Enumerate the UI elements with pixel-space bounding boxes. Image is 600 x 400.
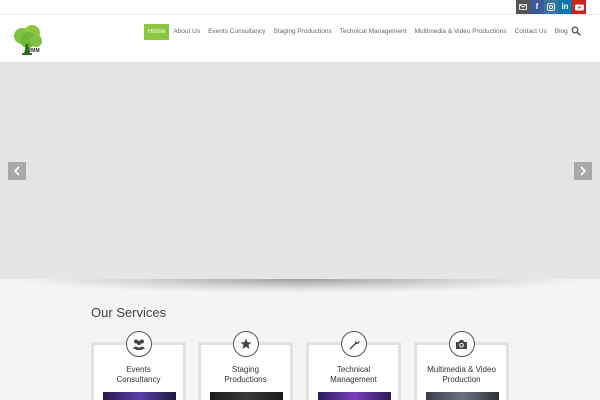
top-bar: f in: [0, 0, 600, 14]
card-title-line1: Technical: [336, 365, 371, 374]
chevron-left-icon: [13, 166, 20, 176]
card-title-line1: Staging: [231, 365, 260, 374]
card-title: Technical Management: [309, 365, 398, 385]
search-icon[interactable]: [571, 26, 581, 36]
linkedin-icon[interactable]: in: [558, 0, 572, 14]
services-heading: Our Services: [91, 305, 167, 320]
card-title-line1: Multimedia & Video: [427, 365, 496, 374]
chevron-right-icon: [580, 166, 587, 176]
service-card-staging-productions[interactable]: Staging Productions: [198, 331, 293, 400]
nav-multimedia-video[interactable]: Multimedia & Video Productions: [411, 24, 511, 40]
card-title-line2: Production: [442, 375, 481, 384]
group-icon: [125, 331, 152, 357]
card-thumbnail: [318, 392, 391, 400]
card-title-line2: Productions: [224, 375, 267, 384]
card-title: Events Consultancy: [94, 365, 183, 385]
instagram-icon[interactable]: [544, 0, 558, 14]
card-title: Staging Productions: [201, 365, 290, 385]
service-card-multimedia-video[interactable]: Multimedia & Video Production: [414, 331, 509, 400]
main-nav: Home About Us Events Consultancy Staging…: [144, 24, 572, 40]
social-links: f in: [516, 0, 586, 14]
nav-home[interactable]: Home: [144, 24, 170, 40]
hero-slider: [0, 63, 600, 279]
card-title-line2: Management: [330, 375, 377, 384]
wrench-icon: [340, 331, 367, 357]
facebook-icon[interactable]: f: [530, 0, 544, 14]
camera-icon: [448, 331, 475, 357]
slider-prev-button[interactable]: [8, 162, 26, 180]
card-title-line2: Consultancy: [116, 375, 161, 384]
mail-icon[interactable]: [516, 0, 530, 14]
card-title: Multimedia & Video Production: [417, 365, 506, 385]
service-card-events-consultancy[interactable]: Events Consultancy: [91, 331, 186, 400]
nav-staging-productions[interactable]: Staging Productions: [270, 24, 336, 40]
card-title-line1: Events: [126, 365, 151, 374]
card-thumbnail: [426, 392, 499, 400]
service-card-technical-management[interactable]: Technical Management: [306, 331, 401, 400]
star-icon: [232, 331, 259, 357]
nav-about-us[interactable]: About Us: [169, 24, 204, 40]
slider-next-button[interactable]: [574, 162, 592, 180]
nav-technical-management[interactable]: Technical Management: [336, 24, 411, 40]
site-header: JMM Home About Us Events Consultancy Sta…: [0, 14, 600, 63]
card-thumbnail: [103, 392, 176, 400]
logo-text: JMM: [28, 48, 41, 54]
nav-blog[interactable]: Blog: [551, 24, 572, 40]
youtube-icon[interactable]: [572, 0, 586, 14]
nav-events-consultancy[interactable]: Events Consultancy: [204, 24, 269, 40]
card-thumbnail: [210, 392, 283, 400]
nav-contact-us[interactable]: Contact Us: [511, 24, 551, 40]
slider-shadow: [10, 279, 590, 293]
